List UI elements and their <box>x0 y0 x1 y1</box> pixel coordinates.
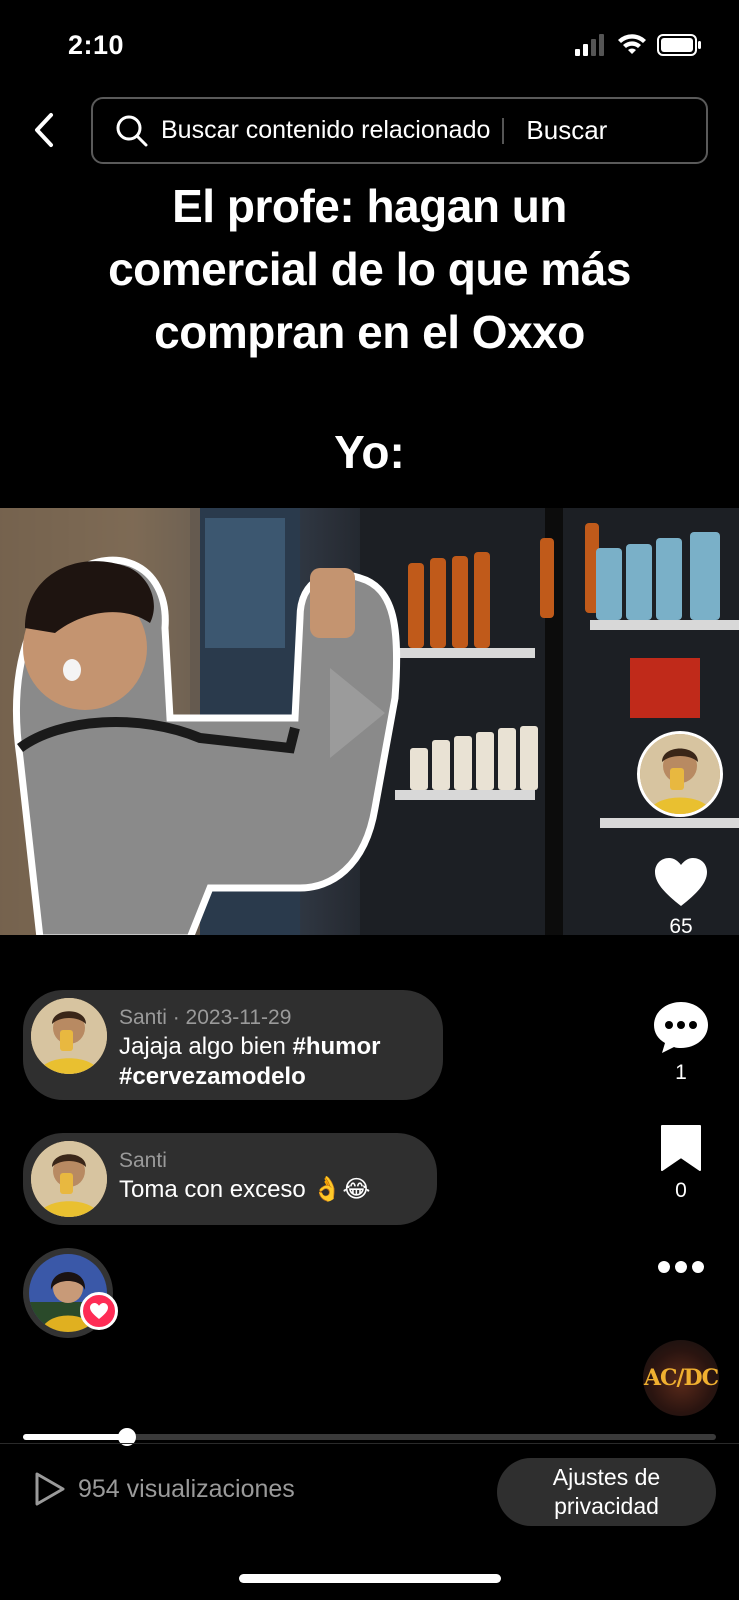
caption-line: compran en el Oxxo <box>154 306 585 358</box>
creator-avatar[interactable] <box>637 731 723 817</box>
view-count-text: 954 visualizaciones <box>78 1474 295 1503</box>
save-action[interactable]: 0 <box>641 1124 721 1203</box>
search-submit-button[interactable]: Buscar <box>526 115 607 146</box>
avatar-image <box>640 734 720 814</box>
music-disc[interactable]: AC/DC <box>643 1340 719 1416</box>
comment-item[interactable]: Santi Toma con exceso 👌😂 <box>23 1133 437 1225</box>
battery-icon <box>657 34 701 56</box>
search-icon <box>115 113 151 149</box>
comment-action[interactable]: 1 <box>641 1000 721 1085</box>
comment-meta: Santi <box>119 1149 167 1172</box>
heart-icon <box>90 1303 108 1319</box>
avatar-image <box>31 998 107 1074</box>
wifi-icon <box>618 34 646 54</box>
liked-badge <box>80 1292 118 1330</box>
status-icons <box>575 34 703 56</box>
comment-item[interactable]: Santi · 2023-11-29 Jajaja algo bien #hum… <box>23 990 443 1100</box>
video-caption: El profe: hagan un comercial de lo que m… <box>0 175 739 364</box>
back-button[interactable] <box>24 108 64 152</box>
screen: 2:10 Buscar contenido relacionado Buscar… <box>0 0 739 1600</box>
comment-count: 1 <box>675 1061 687 1084</box>
view-count: 954 visualizaciones <box>34 1472 295 1506</box>
caption-line: comercial de lo que más <box>108 243 631 295</box>
play-icon <box>35 1472 65 1506</box>
comment-body: Santi · 2023-11-29 Jajaja algo bien #hum… <box>119 998 380 1092</box>
caption-line: El profe: hagan un <box>172 180 567 232</box>
video-player[interactable] <box>0 508 739 935</box>
more-options-button[interactable] <box>641 1260 721 1279</box>
heart-icon <box>655 858 707 906</box>
search-divider <box>502 117 505 144</box>
comment-text: Jajaja algo bien #humor #cervezamodelo <box>119 1032 380 1092</box>
search-input[interactable]: Buscar contenido relacionado <box>161 116 490 145</box>
cellular-signal-icon <box>575 34 604 56</box>
like-count: 65 <box>669 915 693 938</box>
playback-progress-fill <box>23 1434 127 1440</box>
avatar[interactable] <box>31 998 107 1074</box>
hashtag-link[interactable]: #humor <box>292 1033 380 1060</box>
search-bar[interactable]: Buscar contenido relacionado Buscar <box>91 97 708 164</box>
chevron-left-icon <box>35 113 53 147</box>
home-indicator <box>239 1574 501 1583</box>
comment-body: Santi Toma con exceso 👌😂 <box>119 1141 370 1205</box>
privacy-settings-label: Ajustes de <box>552 1464 661 1490</box>
more-horizontal-icon <box>658 1261 704 1273</box>
comment-text-plain: Jajaja algo bien <box>119 1033 293 1060</box>
privacy-settings-button[interactable]: Ajustes de privacidad <box>497 1458 716 1526</box>
like-action[interactable]: 65 <box>641 856 721 939</box>
save-count: 0 <box>675 1179 687 1202</box>
avatar-image <box>31 1141 107 1217</box>
avatar[interactable] <box>31 1141 107 1217</box>
video-still <box>0 508 739 935</box>
comment-text: Toma con exceso 👌😂 <box>119 1176 371 1203</box>
playback-progress-bar[interactable] <box>23 1428 716 1446</box>
comment-bubble-icon <box>654 1002 708 1053</box>
caption-punchline: Yo: <box>334 426 405 478</box>
bookmark-icon <box>661 1125 701 1171</box>
divider <box>0 1443 739 1444</box>
status-time: 2:10 <box>68 30 125 60</box>
privacy-settings-label: privacidad <box>554 1493 659 1519</box>
music-disc-label: AC/DC <box>643 1365 719 1391</box>
comment-meta: Santi · 2023-11-29 <box>119 1006 292 1029</box>
hashtag-link[interactable]: #cervezamodelo <box>119 1063 306 1090</box>
